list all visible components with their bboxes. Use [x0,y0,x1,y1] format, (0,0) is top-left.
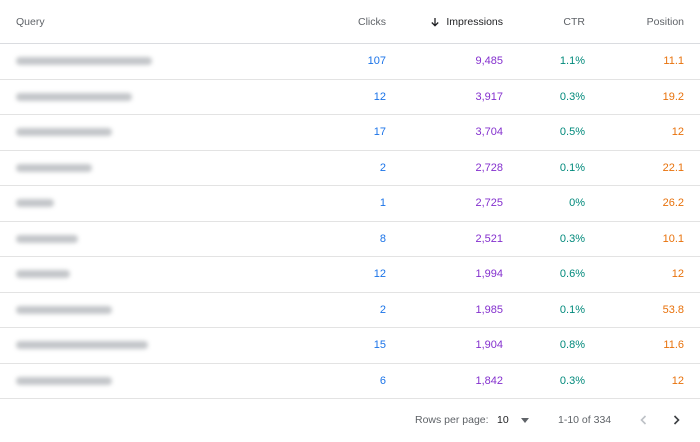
column-header-query[interactable]: Query [16,0,316,43]
ctr-cell: 1.1% [559,55,585,68]
table-pagination: Rows per page: 10 1-10 of 334 [0,399,700,441]
clicks-cell: 15 [373,339,386,352]
query-cell [16,151,316,186]
query-cell [16,186,316,221]
impressions-cell: 2,521 [475,232,503,245]
pagination-range: 1-10 of 334 [558,414,612,426]
caret-down-icon [520,417,529,423]
impressions-cell: 3,917 [475,90,503,103]
ctr-cell: 0.6% [559,268,585,281]
redacted-query-text [16,199,54,208]
query-cell [16,328,316,363]
query-cell [16,257,316,292]
table-row[interactable]: 12 3,917 0.3% 19.2 [0,80,700,115]
position-cell: 11.6 [663,339,684,352]
rows-per-page-select[interactable]: 10 [497,399,529,441]
ctr-cell: 0% [569,197,585,210]
query-cell [16,80,316,115]
clicks-cell: 1 [379,197,386,210]
clicks-cell: 2 [379,161,386,174]
redacted-query-text [16,57,152,66]
clicks-cell: 6 [379,374,386,387]
ctr-cell: 0.3% [559,374,585,387]
impressions-cell: 2,728 [475,161,503,174]
queries-table: Query Clicks Impressions CTR Position 10… [0,0,700,441]
redacted-query-text [16,305,112,314]
column-header-impressions[interactable]: Impressions [430,0,503,43]
table-row[interactable]: 107 9,485 1.1% 11.1 [0,44,700,80]
column-header-query-label: Query [16,15,45,28]
position-cell: 26.2 [662,197,684,210]
table-row[interactable]: 2 1,985 0.1% 53.8 [0,293,700,328]
redacted-query-text [16,92,132,101]
ctr-cell: 0.1% [559,303,585,316]
column-header-ctr[interactable]: CTR [563,0,585,43]
table-row[interactable]: 6 1,842 0.3% 12 [0,364,700,399]
position-cell: 53.8 [662,303,684,316]
position-cell: 11.1 [663,55,684,68]
query-cell [16,115,316,150]
query-cell [16,293,316,328]
column-header-position[interactable]: Position [647,0,684,43]
table-row[interactable]: 2 2,728 0.1% 22.1 [0,151,700,186]
redacted-query-text [16,341,148,350]
column-header-ctr-label: CTR [563,15,585,28]
column-header-clicks[interactable]: Clicks [358,0,386,43]
redacted-query-text [16,163,92,172]
clicks-cell: 8 [379,232,386,245]
ctr-cell: 0.1% [559,161,585,174]
position-cell: 22.1 [662,161,684,174]
position-cell: 19.2 [662,90,684,103]
position-cell: 12 [671,126,684,139]
column-header-position-label: Position [646,15,684,28]
query-cell [16,44,316,79]
arrow-down-icon [431,17,440,27]
table-row[interactable]: 12 1,994 0.6% 12 [0,257,700,293]
redacted-query-text [16,234,78,243]
column-header-impressions-label: Impressions [446,15,503,28]
ctr-cell: 0.3% [559,90,585,103]
position-cell: 10.1 [662,232,684,245]
clicks-cell: 12 [373,90,386,103]
column-header-clicks-label: Clicks [358,15,386,28]
impressions-cell: 3,704 [475,126,503,139]
impressions-cell: 2,725 [475,197,503,210]
impressions-cell: 1,985 [475,303,503,316]
table-row[interactable]: 15 1,904 0.8% 11.6 [0,328,700,364]
impressions-cell: 9,485 [475,55,503,68]
previous-page-button[interactable] [634,399,654,441]
table-header: Query Clicks Impressions CTR Position [0,0,700,44]
impressions-cell: 1,904 [475,339,503,352]
clicks-cell: 107 [367,55,386,68]
ctr-cell: 0.5% [559,126,585,139]
query-cell [16,364,316,399]
next-page-button[interactable] [666,399,686,441]
impressions-cell: 1,994 [475,268,503,281]
redacted-query-text [16,270,70,279]
table-row[interactable]: 17 3,704 0.5% 12 [0,115,700,151]
clicks-cell: 17 [373,126,386,139]
query-cell [16,222,316,257]
chevron-right-icon [673,415,680,425]
redacted-query-text [16,128,112,137]
redacted-query-text [16,376,112,385]
position-cell: 12 [671,374,684,387]
clicks-cell: 2 [379,303,386,316]
rows-per-page-value: 10 [497,414,509,426]
table-row[interactable]: 8 2,521 0.3% 10.1 [0,222,700,257]
ctr-cell: 0.3% [559,232,585,245]
chevron-left-icon [640,415,647,425]
rows-per-page-label: Rows per page: [415,414,489,426]
ctr-cell: 0.8% [559,339,585,352]
position-cell: 12 [671,268,684,281]
clicks-cell: 12 [373,268,386,281]
table-row[interactable]: 1 2,725 0% 26.2 [0,186,700,222]
impressions-cell: 1,842 [475,374,503,387]
